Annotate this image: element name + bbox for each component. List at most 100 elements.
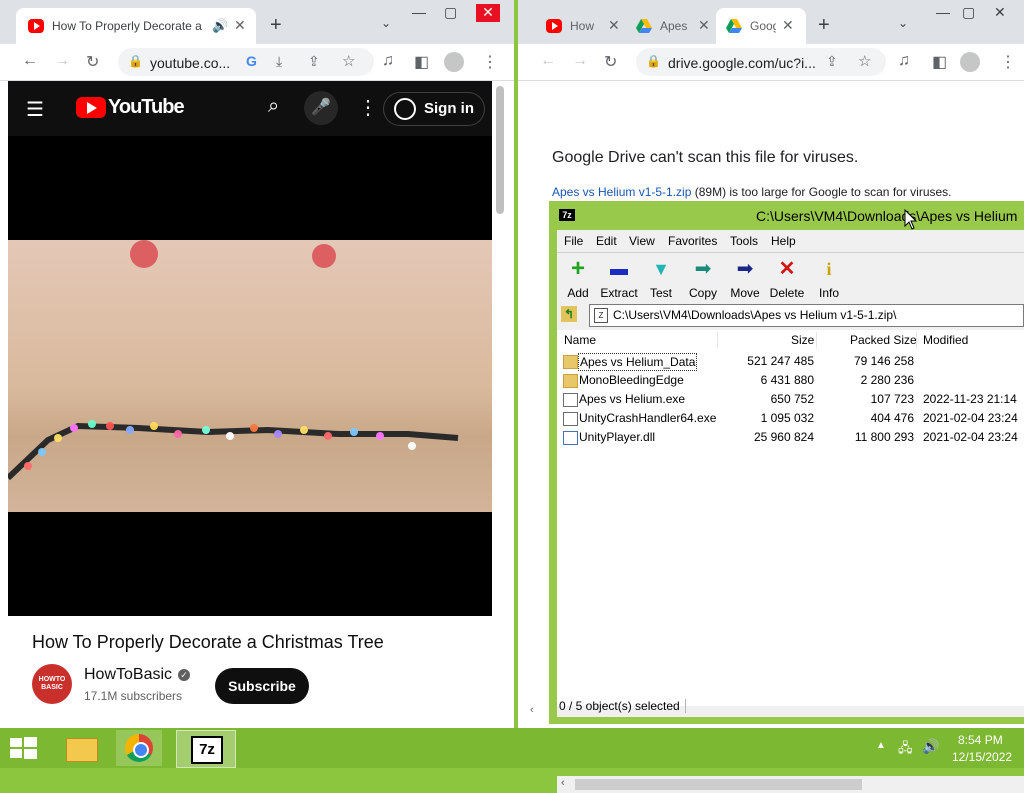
file-list[interactable]: Name Size Packed Size Modified Apes vs H… <box>557 330 1024 793</box>
media-control-icon[interactable]: ♫ <box>898 52 910 70</box>
table-row[interactable]: MonoBleedingEdge 6 431 880 2 280 236 <box>557 371 1024 390</box>
close-window-icon[interactable]: ✕ <box>476 4 500 22</box>
close-tab-icon[interactable]: ✕ <box>782 17 794 34</box>
sign-in-button[interactable]: Sign in <box>383 92 485 126</box>
subscribe-button[interactable]: Subscribe <box>215 668 309 704</box>
close-window-icon[interactable]: ✕ <box>994 4 1006 21</box>
video-player[interactable] <box>5 136 492 616</box>
menu-edit[interactable]: Edit <box>596 234 617 248</box>
file-explorer-taskbar-icon[interactable] <box>58 730 104 766</box>
7zip-icon: 7z <box>191 736 223 764</box>
forward-icon[interactable]: → <box>54 52 70 70</box>
minimize-icon[interactable]: — <box>936 4 950 20</box>
left-browser-window: How To Properly Decorate a 🔊 ✕ + ⌄ — ▢ ✕… <box>0 0 514 728</box>
column-name[interactable]: Name <box>564 330 596 350</box>
7zip-titlebar[interactable]: 7z C:\Users\VM4\Downloads\Apes vs Helium <box>549 201 1024 230</box>
new-tab-icon[interactable]: + <box>270 14 282 37</box>
copy-button[interactable]: ➡ Copy <box>682 258 724 300</box>
move-button[interactable]: ➡ Move <box>724 258 766 300</box>
side-panel-icon[interactable]: ◧ <box>414 52 429 72</box>
audio-playing-icon[interactable]: 🔊 <box>212 18 228 34</box>
clock-date[interactable]: 12/15/2022 <box>952 750 1012 764</box>
horizontal-scrollbar[interactable]: ‹ <box>557 776 1024 793</box>
file-size: 650 752 <box>770 392 814 406</box>
tab-search-chevron-icon[interactable]: ⌄ <box>898 16 908 30</box>
test-button[interactable]: ▼ Test <box>640 258 682 300</box>
path-bar[interactable]: Z C:\Users\VM4\Downloads\Apes vs Helium … <box>589 304 1024 327</box>
media-control-icon[interactable]: ♫ <box>382 52 394 70</box>
scroll-thumb[interactable] <box>575 779 862 790</box>
close-tab-icon[interactable]: ✕ <box>608 17 620 34</box>
browser-toolbar-right: ← → ↻ 🔒 drive.google.com/uc?i... ⇪ ☆ ♫ ◧… <box>518 44 1024 81</box>
bookmark-star-icon[interactable]: ☆ <box>342 52 355 70</box>
extract-button[interactable]: Extract <box>598 258 640 300</box>
close-tab-icon[interactable]: ✕ <box>698 17 710 34</box>
maximize-icon[interactable]: ▢ <box>444 4 457 21</box>
tab-youtube-right[interactable]: How ✕ <box>536 8 628 44</box>
bookmark-star-icon[interactable]: ☆ <box>858 52 871 70</box>
share-icon[interactable]: ⇪ <box>308 53 320 70</box>
back-icon[interactable]: ← <box>540 52 556 70</box>
file-modified: 2022-11-23 21:14 <box>923 392 1017 406</box>
table-row[interactable]: Apes vs Helium.exe 650 752 107 723 2022-… <box>557 390 1024 409</box>
column-divider <box>816 332 817 348</box>
settings-more-icon[interactable]: ⋮ <box>358 95 378 120</box>
clock-time[interactable]: 8:54 PM <box>958 733 1003 747</box>
new-tab-icon[interactable]: + <box>818 14 830 37</box>
address-bar[interactable]: 🔒 youtube.co... G ⤓ ⇪ ☆ <box>118 48 374 76</box>
maximize-icon[interactable]: ▢ <box>962 4 975 21</box>
delete-button[interactable]: ✕ Delete <box>766 258 808 300</box>
browser-scroll-left-icon[interactable]: ‹ <box>530 704 534 716</box>
minimize-icon[interactable]: — <box>412 4 426 20</box>
7zip-taskbar-icon[interactable]: 7z <box>176 730 236 768</box>
hamburger-menu-icon[interactable]: ☰ <box>26 97 44 122</box>
menu-tools[interactable]: Tools <box>730 234 758 248</box>
menu-file[interactable]: File <box>564 234 583 248</box>
menu-bar: File Edit View Favorites Tools Help <box>557 230 1024 251</box>
address-bar[interactable]: 🔒 drive.google.com/uc?i... ⇪ ☆ <box>636 48 886 76</box>
tab-google-drive[interactable]: Goog ✕ <box>716 8 806 44</box>
menu-favorites[interactable]: Favorites <box>668 234 717 248</box>
side-panel-icon[interactable]: ◧ <box>932 52 947 72</box>
column-size[interactable]: Size <box>791 330 814 350</box>
windows-start-icon[interactable] <box>10 737 38 759</box>
channel-name[interactable]: HowToBasic <box>84 666 172 684</box>
google-lens-icon[interactable]: G <box>246 53 257 69</box>
chrome-taskbar-icon[interactable] <box>116 730 162 766</box>
tab-apes[interactable]: Apes ✕ <box>628 8 720 44</box>
share-icon[interactable]: ⇪ <box>826 53 838 70</box>
profile-avatar-icon[interactable] <box>960 52 980 72</box>
file-link[interactable]: Apes vs Helium v1-5-1.zip <box>552 185 691 199</box>
volume-icon[interactable]: 🔊 <box>922 738 939 755</box>
add-button[interactable]: + Add <box>557 257 599 301</box>
tab-search-chevron-icon[interactable]: ⌄ <box>381 16 391 30</box>
reload-icon[interactable]: ↻ <box>86 52 99 72</box>
profile-avatar-icon[interactable] <box>444 52 464 72</box>
info-icon: i <box>826 259 832 279</box>
file-name: UnityPlayer.dll <box>579 430 656 444</box>
search-icon[interactable]: ⌕ <box>268 95 279 118</box>
table-row[interactable]: UnityPlayer.dll 25 960 824 11 800 293 20… <box>557 428 1024 447</box>
table-row[interactable]: UnityCrashHandler64.exe 1 095 032 404 47… <box>557 409 1024 428</box>
channel-avatar[interactable]: HOWTO BASIC <box>32 664 72 704</box>
column-packed-size[interactable]: Packed Size <box>850 330 917 350</box>
install-icon[interactable]: ⤓ <box>276 53 282 70</box>
forward-icon[interactable]: → <box>572 52 588 70</box>
table-row[interactable]: Apes vs Helium_Data 521 247 485 79 146 2… <box>557 352 1024 371</box>
page-scrollbar[interactable] <box>496 86 504 214</box>
chrome-menu-icon[interactable]: ⋮ <box>482 52 498 72</box>
voice-search-icon[interactable]: 🎤 <box>304 91 338 125</box>
show-hidden-icons-icon[interactable]: ▲ <box>876 740 886 751</box>
menu-view[interactable]: View <box>629 234 655 248</box>
reload-icon[interactable]: ↻ <box>604 52 617 72</box>
info-button[interactable]: i Info <box>808 258 850 300</box>
column-modified[interactable]: Modified <box>923 330 968 350</box>
up-folder-icon[interactable]: ↰ <box>561 306 577 322</box>
network-icon[interactable]: 🖧 <box>898 739 913 761</box>
back-icon[interactable]: ← <box>22 52 38 70</box>
menu-help[interactable]: Help <box>771 234 796 248</box>
tab-youtube[interactable]: How To Properly Decorate a 🔊 ✕ <box>16 8 256 44</box>
close-tab-icon[interactable]: ✕ <box>234 17 246 34</box>
scroll-left-icon[interactable]: ‹ <box>561 777 565 789</box>
chrome-menu-icon[interactable]: ⋮ <box>1000 52 1016 72</box>
